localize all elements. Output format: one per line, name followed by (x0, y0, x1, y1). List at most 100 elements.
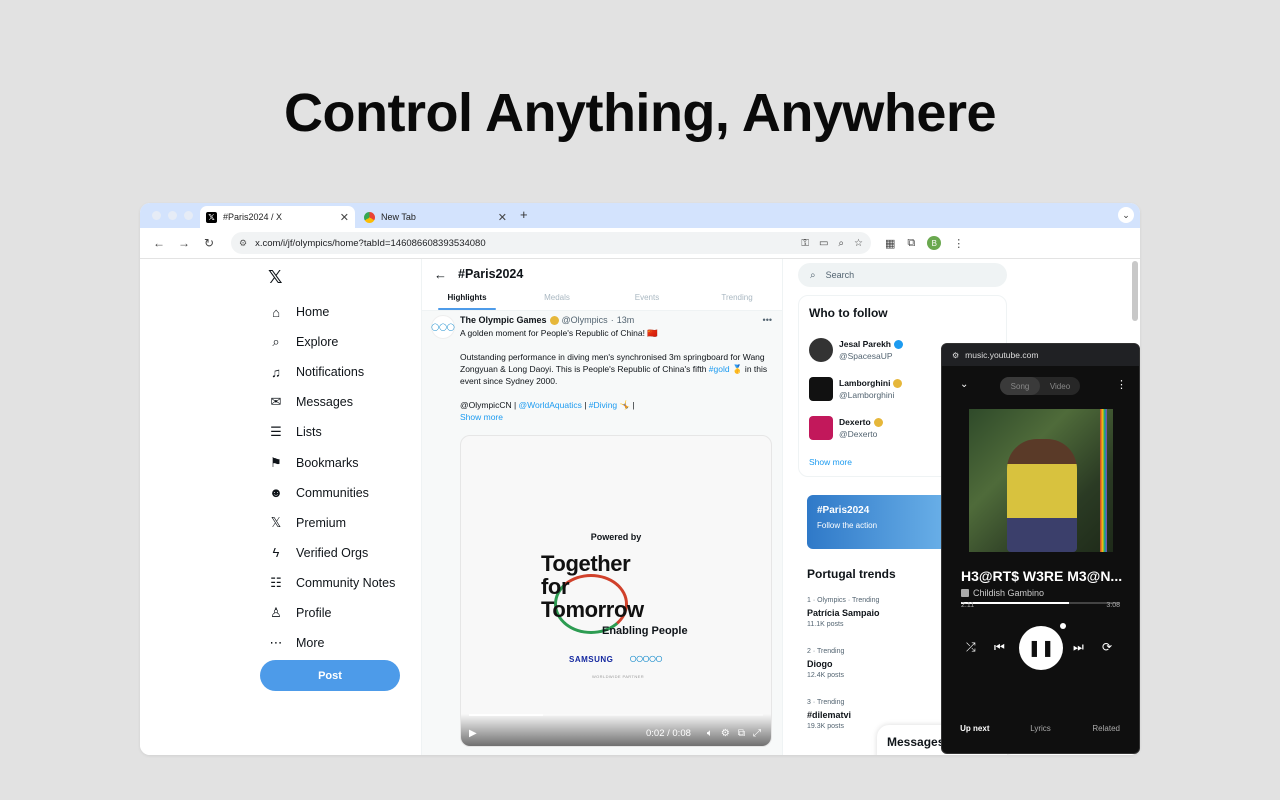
forward-button[interactable]: → (173, 232, 195, 254)
nav-premium[interactable]: 𝕏 Premium (268, 508, 395, 538)
show-more-link[interactable]: Show more (809, 457, 852, 467)
bookmark-star-icon[interactable]: ☆ (854, 238, 863, 249)
tab-paris2024[interactable]: 𝕏 #Paris2024 / X ✕ (200, 206, 355, 228)
browser-menu-icon[interactable]: ⋮ (953, 237, 964, 250)
tweet[interactable]: ◯◯◯ The Olympic Games @Olympics · 13m ••… (422, 315, 782, 423)
video-progress-bar[interactable] (469, 714, 763, 716)
tab-medals[interactable]: Medals (512, 293, 602, 310)
trend-item[interactable]: 1 · Olympics · Trending Patrícia Sampaio 1… (807, 595, 880, 631)
tab-lyrics[interactable]: Lyrics (1008, 724, 1074, 733)
tweet-author[interactable]: The Olympic Games (460, 315, 547, 325)
more-options-icon[interactable]: ••• (763, 315, 772, 325)
extensions-puzzle-icon[interactable]: ⧉ (907, 237, 915, 250)
play-icon[interactable]: ▶ (469, 728, 477, 739)
tab-events[interactable]: Events (602, 293, 692, 310)
url-text: x.com/i/jf/olympics/home?tabId=146086608… (255, 237, 486, 249)
site-info-icon[interactable]: ⚙ (952, 351, 959, 360)
track-title: H3@RT$ W3RE M3@N... (961, 568, 1123, 584)
tweet-handle[interactable]: @Olympics (562, 315, 608, 325)
tab-up-next[interactable]: Up next (942, 724, 1008, 733)
profile-avatar[interactable]: B (927, 236, 942, 250)
previous-track-icon[interactable]: ⏮︎ (994, 640, 1005, 655)
pause-button[interactable]: ❚❚ (1019, 626, 1063, 670)
explicit-icon (961, 589, 969, 597)
search-input[interactable]: ⌕ Search (798, 263, 1007, 287)
home-icon: ⌂ (272, 304, 280, 320)
show-more-link[interactable]: Show more (460, 412, 503, 422)
mention-worldaquatics[interactable]: @WorldAquatics (519, 400, 582, 410)
avatar (809, 416, 833, 440)
nav-profile[interactable]: ♙ Profile (268, 598, 395, 628)
nav-home[interactable]: ⌂ Home (268, 297, 395, 327)
person-icon: ♙ (270, 604, 282, 620)
slogan-text: Together for Tomorrow (541, 551, 644, 622)
nav-messages[interactable]: ✉ Messages (268, 387, 395, 417)
address-bar[interactable]: ⚙ x.com/i/jf/olympics/home?tabId=1460866… (231, 232, 871, 254)
tab-search-button[interactable]: ⌄ (1118, 207, 1134, 223)
tab-related[interactable]: Related (1073, 724, 1139, 733)
nav-bookmarks[interactable]: ⚑ Bookmarks (268, 447, 395, 477)
song-video-toggle[interactable]: Song Video (1000, 377, 1080, 395)
video-controls: ▶ 0:02 / 0:08 🔈︎ ⚙ ⧉ ⤢ (469, 728, 761, 739)
tab-title: #Paris2024 / X (223, 212, 283, 222)
hashtag-diving[interactable]: #Diving (589, 400, 617, 410)
fullscreen-icon[interactable]: ⤢ (753, 728, 761, 739)
bell-icon: ♫ (271, 364, 281, 380)
nav-lists[interactable]: ☰ Lists (268, 417, 395, 447)
follow-suggestion[interactable]: Dexerto @Dexerto (809, 416, 883, 440)
extension-qr-icon[interactable]: ▦ (885, 237, 895, 250)
post-button[interactable]: Post (260, 660, 400, 691)
nav-community-notes[interactable]: ☷ Community Notes (268, 568, 395, 598)
nav-explore[interactable]: ⌕ Explore (268, 327, 395, 357)
more-menu-icon[interactable]: ⋮ (1116, 378, 1127, 391)
window-controls[interactable] (152, 211, 193, 220)
trend-item[interactable]: 3 · Trending #dilematvi 19.3K posts (807, 697, 851, 733)
tweet-text: A golden moment for People's Republic of… (460, 328, 768, 422)
tab-trending[interactable]: Trending (692, 293, 782, 310)
password-key-icon[interactable]: ⚿ (801, 238, 809, 249)
follow-suggestion[interactable]: Lamborghini @Lamborghini (809, 377, 903, 401)
tab-highlights[interactable]: Highlights (422, 293, 512, 310)
x-logo-icon[interactable]: 𝕏 (268, 267, 283, 288)
new-tab-button[interactable]: + (520, 207, 528, 222)
tab-new-tab[interactable]: New Tab ✕ (358, 206, 513, 228)
toggle-video[interactable]: Video (1040, 377, 1080, 395)
close-icon[interactable]: ✕ (498, 211, 507, 224)
nav-communities[interactable]: ☻ Communities (268, 478, 395, 508)
next-track-icon[interactable]: ⏭︎ (1073, 640, 1084, 655)
who-to-follow-title: Who to follow (809, 306, 888, 320)
chevron-down-icon[interactable]: ⌄ (960, 379, 968, 390)
reload-button[interactable]: ↻ (198, 232, 220, 254)
close-icon[interactable]: ✕ (340, 211, 349, 224)
olympic-rings-icon: ○○○○○ (629, 650, 663, 666)
track-artist[interactable]: Childish Gambino (961, 588, 1044, 598)
back-arrow-icon[interactable]: ← (434, 267, 447, 282)
nav-more[interactable]: ⋯ More (268, 628, 395, 658)
lightning-icon: ϟ (272, 545, 280, 561)
cast-icon[interactable]: ▭ (819, 238, 828, 249)
more-icon: ⋯ (269, 635, 283, 651)
tweet-video[interactable]: Powered by Together for Tomorrow Enablin… (460, 435, 772, 747)
zoom-icon[interactable]: ⌕ (838, 238, 844, 249)
search-icon: ⌕ (810, 269, 816, 281)
repeat-icon[interactable]: ⟳ (1102, 640, 1112, 654)
tab-strip: 𝕏 #Paris2024 / X ✕ New Tab ✕ + ⌄ (140, 203, 1140, 228)
picture-in-picture-icon[interactable]: ⧉ (738, 728, 745, 739)
nav-notifications[interactable]: ♫ Notifications (268, 357, 395, 387)
x-logo-icon: 𝕏 (270, 514, 282, 530)
nav-verified-orgs[interactable]: ϟ Verified Orgs (268, 538, 395, 568)
follow-suggestion[interactable]: Jesal Parekh @SpacesaUP (809, 338, 903, 362)
x-logo-icon: 𝕏 (206, 211, 217, 223)
back-button[interactable]: ← (148, 232, 170, 254)
hashtag-gold[interactable]: #gold (709, 364, 730, 374)
settings-icon[interactable]: ⚙ (721, 728, 730, 739)
mute-icon[interactable]: 🔈︎ (707, 728, 713, 739)
site-info-icon[interactable]: ⚙ (239, 238, 247, 249)
olympics-avatar[interactable]: ◯◯◯ (431, 315, 455, 339)
scrollbar[interactable] (1132, 261, 1138, 321)
list-icon: ☰ (270, 424, 282, 440)
toggle-song[interactable]: Song (1000, 377, 1040, 395)
track-progress-bar[interactable] (961, 602, 1120, 604)
trend-item[interactable]: 2 · Trending Diogo 12.4K posts (807, 646, 844, 682)
shuffle-icon[interactable]: ⤮ (966, 640, 976, 655)
